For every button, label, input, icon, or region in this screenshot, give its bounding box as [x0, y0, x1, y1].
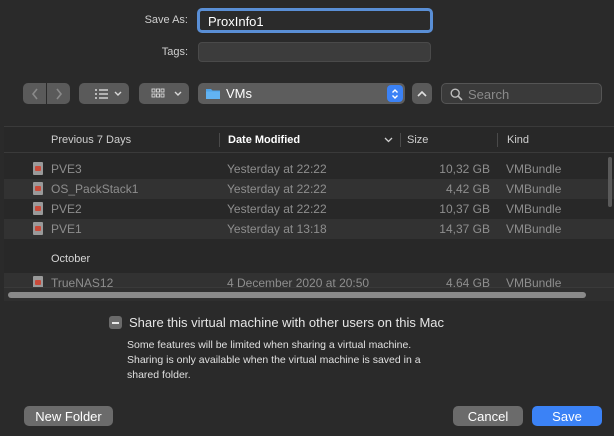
row-kind: VMBundle [506, 222, 562, 236]
row-kind: VMBundle [506, 182, 562, 196]
share-note: Some features will be limited when shari… [127, 338, 421, 383]
share-checkbox-label[interactable]: Share this virtual machine with other us… [129, 315, 444, 330]
col-name-header[interactable]: Previous 7 Days [51, 127, 131, 153]
chevron-left-icon [31, 88, 38, 99]
row-date: Yesterday at 22:22 [227, 202, 327, 216]
tags-input[interactable] [198, 42, 431, 62]
popup-arrows-icon [387, 85, 403, 102]
table-row[interactable]: OS_PackStack1 Yesterday at 22:22 4,42 GB… [4, 179, 614, 199]
row-size: 14,37 GB [439, 222, 490, 236]
cancel-button[interactable]: Cancel [453, 406, 523, 426]
horizontal-scrollbar[interactable] [4, 287, 614, 301]
col-size-header[interactable]: Size [407, 127, 428, 153]
table-row[interactable]: PVE2 Yesterday at 22:22 10,37 GB VMBundl… [4, 199, 614, 219]
back-button[interactable] [23, 83, 46, 104]
chevron-up-icon [417, 90, 427, 97]
table-row[interactable]: PVE1 Yesterday at 13:18 14,37 GB VMBundl… [4, 219, 614, 239]
file-browser: Previous 7 Days Date Modified Size Kind … [4, 126, 614, 301]
vmbundle-file-icon [33, 222, 43, 235]
table-header: Previous 7 Days Date Modified Size Kind [4, 127, 614, 153]
row-size: 10,37 GB [439, 202, 490, 216]
list-view-button[interactable] [79, 83, 129, 104]
table-row[interactable]: TrueNAS12 4 December 2020 at 20:50 4,64 … [4, 273, 614, 287]
share-note-line2: Sharing is only available when the virtu… [127, 354, 421, 366]
save-as-input[interactable]: ProxInfo1 [197, 8, 433, 33]
share-note-line1: Some features will be limited when shari… [127, 339, 412, 351]
row-size: 4,42 GB [445, 182, 490, 196]
row-date: Yesterday at 13:18 [227, 222, 327, 236]
search-field[interactable]: Search [441, 83, 602, 104]
new-folder-button[interactable]: New Folder [24, 406, 113, 426]
row-kind: VMBundle [506, 162, 562, 176]
list-view-icon [95, 88, 122, 99]
row-date: Yesterday at 22:22 [227, 182, 327, 196]
vmbundle-file-icon [33, 182, 43, 195]
vmbundle-file-icon [33, 202, 43, 215]
row-kind: VMBundle [506, 276, 562, 287]
table-row[interactable]: PVE3 Yesterday at 22:22 10,32 GB VMBundl… [4, 159, 614, 179]
row-size: 10,32 GB [439, 162, 490, 176]
row-name: PVE2 [51, 202, 82, 216]
chevron-right-icon [55, 88, 62, 99]
forward-button[interactable] [47, 83, 70, 104]
location-label: VMs [226, 86, 252, 101]
vmbundle-file-icon [33, 162, 43, 175]
vmbundle-file-icon [33, 276, 43, 287]
row-date: 4 December 2020 at 20:50 [227, 276, 370, 287]
row-date: Yesterday at 22:22 [227, 162, 327, 176]
grid-view-button[interactable] [139, 83, 189, 104]
grid-view-icon [151, 88, 182, 97]
horizontal-scrollbar-thumb[interactable] [8, 292, 586, 298]
save-as-label: Save As: [144, 14, 188, 26]
col-kind-header[interactable]: Kind [507, 127, 529, 153]
vertical-scrollbar[interactable] [608, 157, 612, 207]
section-header-october: October [51, 253, 91, 265]
location-popup[interactable]: VMs [198, 83, 405, 104]
save-button[interactable]: Save [532, 406, 602, 426]
row-name: OS_PackStack1 [51, 182, 139, 196]
tags-label: Tags: [161, 46, 188, 58]
folder-icon [206, 89, 220, 99]
collapse-button[interactable] [412, 83, 432, 104]
share-checkbox[interactable] [109, 316, 122, 329]
sort-chevron-down-icon [384, 137, 393, 143]
row-kind: VMBundle [506, 202, 562, 216]
search-icon [450, 88, 463, 101]
row-name: TrueNAS12 [51, 276, 114, 287]
row-name: PVE3 [51, 162, 82, 176]
row-name: PVE1 [51, 222, 82, 236]
search-placeholder: Search [468, 87, 510, 102]
share-note-line3: shared folder. [127, 369, 191, 381]
row-size: 4,64 GB [445, 276, 490, 287]
save-as-value: ProxInfo1 [208, 14, 264, 29]
col-date-header[interactable]: Date Modified [228, 127, 300, 153]
